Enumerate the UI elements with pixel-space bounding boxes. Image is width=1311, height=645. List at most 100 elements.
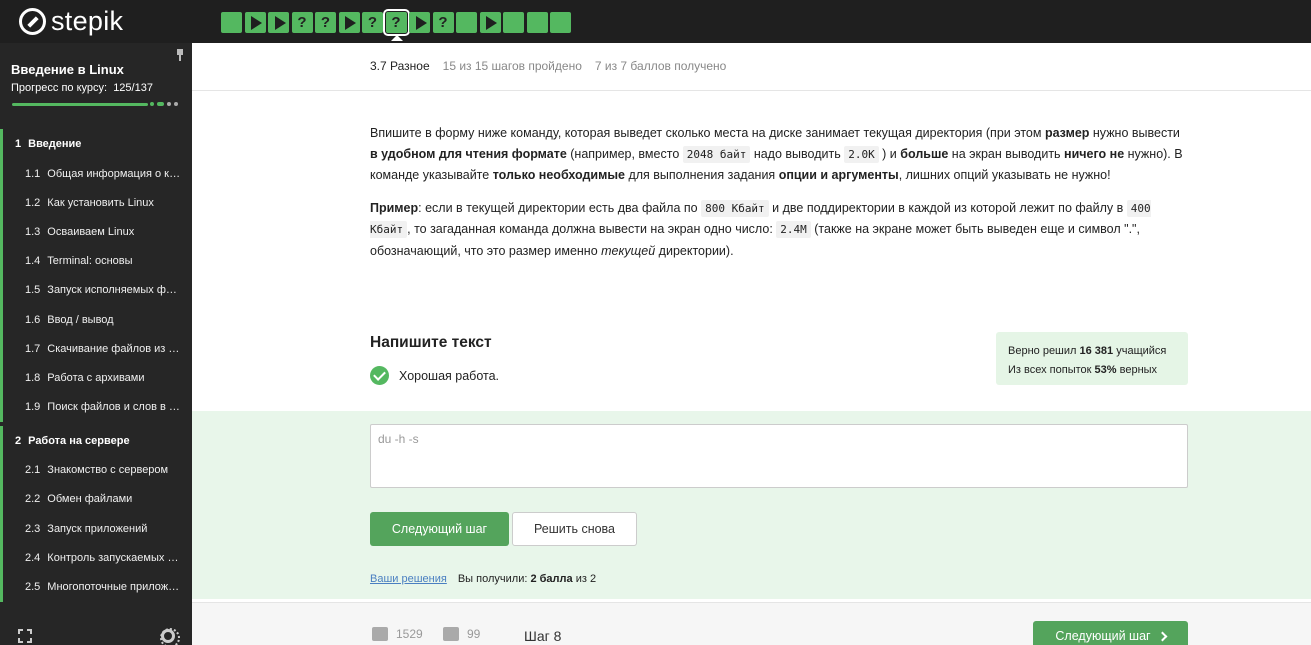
attempts-percent: 53% xyxy=(1094,364,1117,376)
text-run: только необходимые xyxy=(492,168,625,182)
step-navigator: ????? xyxy=(221,9,574,41)
like-button[interactable]: 1529 xyxy=(372,627,423,641)
attempts-suffix: верных xyxy=(1119,364,1158,376)
sidebar-lesson-1-7[interactable]: 1.7 Скачивание файлов из Интернета xyxy=(0,334,192,364)
text-run: для выполнения задания xyxy=(624,168,779,182)
stepik-logo-icon xyxy=(19,8,46,35)
step-5-question-icon[interactable]: ? xyxy=(315,12,336,33)
text-run: , лишних опций указывать не нужно! xyxy=(898,168,1111,182)
task-paragraph: Впишите в форму ниже команду, которая вы… xyxy=(370,123,1188,186)
sidebar-section-1[interactable]: 1 Введение xyxy=(0,129,192,159)
step-8-question-icon[interactable]: ? xyxy=(382,9,410,41)
your-solutions-link[interactable]: Ваши решения xyxy=(370,573,447,585)
progress-tail-dash xyxy=(157,102,164,106)
text-run: , то загаданная команда должна вывести н… xyxy=(407,222,777,236)
sidebar-lesson-1-3[interactable]: 1.3 Осваиваем Linux xyxy=(0,217,192,247)
answer-title: Напишите текст xyxy=(370,334,492,351)
sidebar-lesson-2-3[interactable]: 2.3 Запуск приложений xyxy=(0,514,192,544)
step-1-check-icon[interactable] xyxy=(221,12,242,33)
progress-label-text: Прогресс по курсу: xyxy=(11,82,108,94)
lesson-title: Как установить Linux xyxy=(47,196,154,209)
sidebar-lesson-1-6[interactable]: 1.6 Ввод / вывод xyxy=(0,304,192,335)
footer-next-step-button[interactable]: Следующий шаг xyxy=(1033,621,1188,645)
step-2-play-icon[interactable] xyxy=(244,12,266,33)
lesson-number: 1.7 xyxy=(25,342,41,355)
step-3-play-icon[interactable] xyxy=(268,12,289,33)
sidebar-section-2[interactable]: 2 Работа на сервере xyxy=(0,425,192,456)
lesson-title: Общая информация о курсе xyxy=(47,167,183,180)
text-run: размер xyxy=(1044,126,1090,140)
lesson-number: 1.9 xyxy=(25,401,41,414)
lesson-number: 2.4 xyxy=(25,551,41,564)
steps-done: 15 из 15 шагов пройдено xyxy=(442,59,582,73)
text-run: Впишите в форму ниже команду, которая вы… xyxy=(370,126,1045,140)
lesson-title: Осваиваем Linux xyxy=(47,225,135,238)
sidebar-lesson-1-1[interactable]: 1.1 Общая информация о курсе xyxy=(0,159,192,189)
gear-icon[interactable] xyxy=(160,628,180,645)
result-line: Ваши решения Вы получили: 2 балла из 2 xyxy=(370,573,596,585)
step-9-play-icon[interactable] xyxy=(409,12,430,33)
received-text: Вы получили: 2 балла из 2 xyxy=(458,573,596,585)
sidebar-lesson-1-8[interactable]: 1.8 Работа с архивами xyxy=(0,363,192,393)
attempts-line: Из всех попыток 53% верных xyxy=(1008,361,1176,380)
section-title: Работа на сервере xyxy=(28,434,130,447)
step-7-question-icon[interactable]: ? xyxy=(362,12,383,33)
dislike-button[interactable]: 99 xyxy=(443,627,480,641)
step-13-check-icon[interactable] xyxy=(503,12,524,33)
step-6-play-icon[interactable] xyxy=(338,12,360,33)
solved-suffix: учащийся xyxy=(1116,345,1167,357)
next-step-button[interactable]: Следующий шаг xyxy=(370,512,509,546)
sidebar-lesson-1-5[interactable]: 1.5 Запуск исполняемых файлов xyxy=(0,275,192,305)
lesson-number: 1.1 xyxy=(25,167,41,180)
sidebar-lesson-2-2[interactable]: 2.2 Обмен файлами xyxy=(0,484,192,515)
stepik-logo[interactable]: stepik xyxy=(19,8,123,35)
lesson-title: Запуск приложений xyxy=(47,522,148,535)
step-11-check-icon[interactable] xyxy=(456,12,477,33)
text-run: надо выводить xyxy=(750,146,845,161)
text-run: ) и xyxy=(878,146,901,161)
received-value: 2 балла xyxy=(530,573,573,585)
text-run: : если в текущей директории есть два фай… xyxy=(418,200,702,215)
lesson-title: Многопоточные приложения xyxy=(47,581,183,594)
step-10-question-icon[interactable]: ? xyxy=(432,12,454,33)
progress-tail-dot xyxy=(167,102,171,106)
sidebar-lesson-2-4[interactable]: 2.4 Контроль запускаемых программ xyxy=(0,543,192,573)
success-message: Хорошая работа. xyxy=(370,366,499,385)
footer-next-step-label: Следующий шаг xyxy=(1055,629,1151,643)
step-14-check-icon[interactable] xyxy=(526,12,548,33)
course-title[interactable]: Введение в Linux xyxy=(11,62,124,77)
step-12-play-icon[interactable] xyxy=(479,12,501,33)
text-run: директории). xyxy=(655,243,734,258)
step-4-question-icon[interactable]: ? xyxy=(291,12,313,33)
text-run: на экран выводить xyxy=(948,146,1065,161)
lesson-title: Знакомство с сервером xyxy=(47,464,169,477)
answer-textarea[interactable]: du -h -s xyxy=(370,424,1188,488)
lesson-title: Поиск файлов и слов в файлах xyxy=(47,401,182,414)
lesson-title[interactable]: 3.7 Разное xyxy=(370,59,430,73)
text-run: нужно вывести xyxy=(1089,126,1180,140)
inline-code: 2.0K xyxy=(844,145,879,163)
text-run: Пример xyxy=(370,200,419,215)
lesson-number: 2.3 xyxy=(25,522,41,535)
course-sidebar: Введение в Linux Прогресс по курсу: 125/… xyxy=(0,43,192,645)
sidebar-lesson-1-2[interactable]: 1.2 Как установить Linux xyxy=(0,188,192,218)
progress-tail-dot xyxy=(150,102,154,106)
text-run: текущей xyxy=(601,243,656,258)
step-15-check-icon[interactable] xyxy=(550,12,571,33)
sidebar-lesson-1-4[interactable]: 1.4 Terminal: основы xyxy=(0,246,192,276)
lesson-number: 1.8 xyxy=(25,371,41,384)
success-text: Хорошая работа. xyxy=(399,368,500,383)
text-run: и две поддиректории в каждой из которой … xyxy=(768,200,1127,215)
sidebar-lesson-2-5[interactable]: 2.5 Многопоточные приложения xyxy=(0,572,192,602)
lesson-number: 2.1 xyxy=(25,464,41,477)
retry-button[interactable]: Решить снова xyxy=(512,512,637,546)
step-header: 3.7 Разное 15 из 15 шагов пройдено 7 из … xyxy=(192,43,1311,91)
progress-value: 125/137 xyxy=(113,82,153,94)
sidebar-lesson-1-9[interactable]: 1.9 Поиск файлов и слов в файлах xyxy=(0,392,192,422)
text-run: в удобном для чтения формате xyxy=(370,146,567,161)
sidebar-lesson-2-1[interactable]: 2.1 Знакомство с сервером xyxy=(0,455,192,485)
received-suffix: из 2 xyxy=(575,573,597,585)
received-prefix: Вы получили: xyxy=(457,573,528,585)
pin-icon[interactable] xyxy=(175,49,185,61)
fullscreen-icon[interactable] xyxy=(18,629,32,643)
